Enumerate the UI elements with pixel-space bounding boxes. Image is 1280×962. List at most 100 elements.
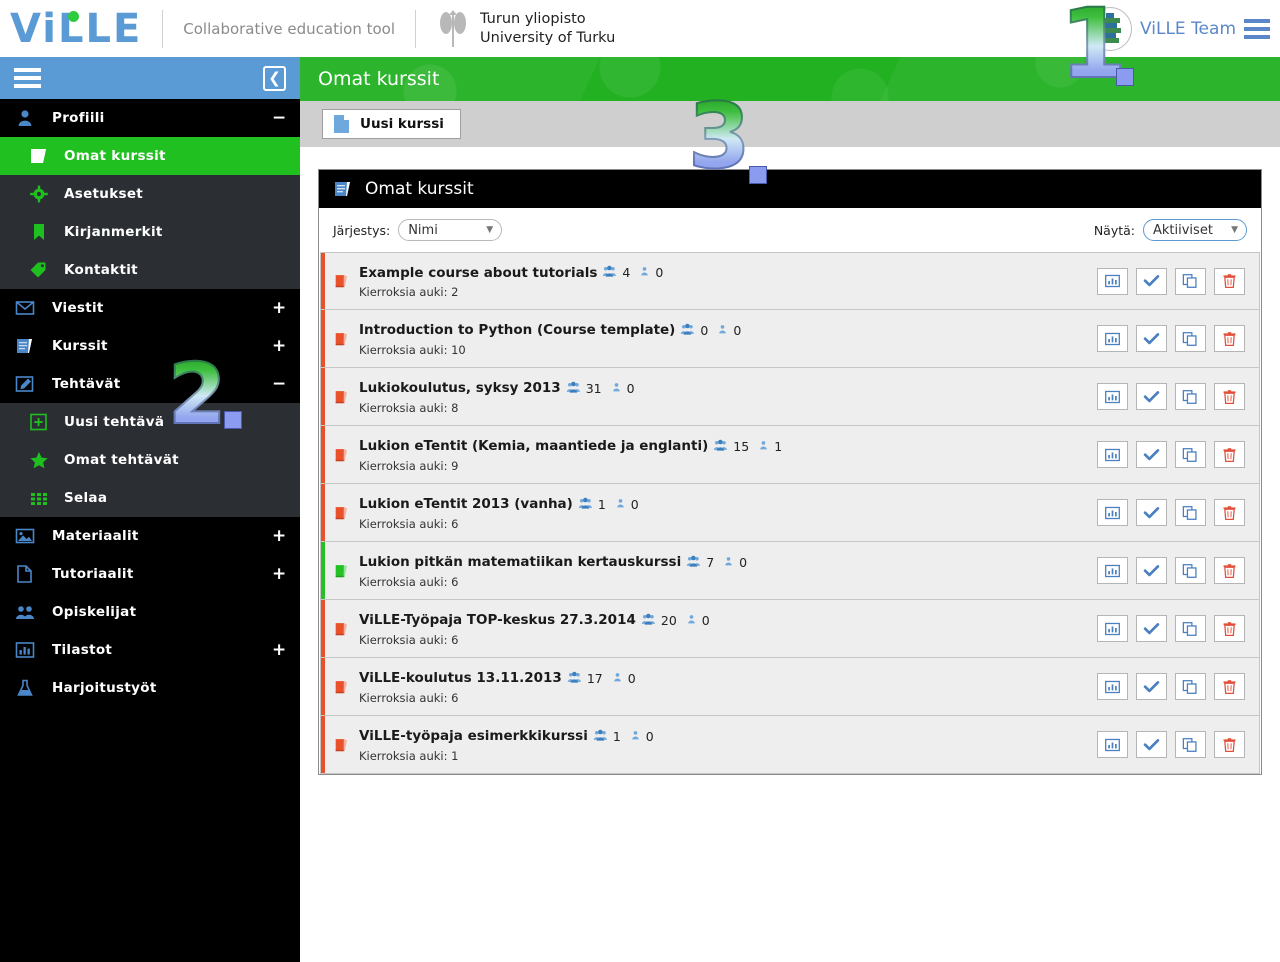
sidebar-group-materiaalit[interactable]: Materiaalit + [0, 517, 300, 555]
approve-button[interactable] [1136, 267, 1167, 295]
copy-button[interactable] [1175, 441, 1206, 468]
table-row[interactable]: ViLLE-Työpaja TOP-keskus 27.3.2014 20 0 Kie… [320, 600, 1260, 658]
delete-button[interactable] [1214, 499, 1245, 526]
students-count: 0 [700, 322, 709, 338]
hamburger-icon[interactable] [14, 68, 41, 88]
course-title[interactable]: Lukion eTentit 2013 (vanha) [359, 496, 573, 512]
user-menu[interactable]: ViLLE Team [1088, 6, 1270, 51]
copy-button[interactable] [1175, 267, 1206, 295]
sidebar-group-profiili[interactable]: Profiili − [0, 99, 300, 137]
delete-button[interactable] [1214, 731, 1245, 758]
sidebar-group-viestit[interactable]: Viestit + [0, 289, 300, 327]
sidebar-group-label: Opiskelijat [52, 604, 137, 620]
user-name[interactable]: ViLLE Team [1140, 19, 1236, 39]
sidebar-item-asetukset[interactable]: Asetukset [0, 175, 300, 213]
table-row[interactable]: Introduction to Python (Course template)… [320, 310, 1260, 368]
table-row[interactable]: Lukion eTentit (Kemia, maantiede ja engl… [320, 426, 1260, 484]
expand-icon[interactable]: + [272, 564, 286, 584]
course-title[interactable]: Lukion eTentit (Kemia, maantiede ja engl… [359, 438, 708, 454]
sidebar-group-tilastot[interactable]: Tilastot + [0, 631, 300, 669]
sidebar-item-selaa[interactable]: Selaa [0, 479, 300, 517]
statistics-button[interactable] [1097, 499, 1128, 526]
collapse-icon[interactable]: − [272, 108, 286, 128]
statistics-button[interactable] [1097, 383, 1128, 410]
sidebar-group-harjoitusty-t[interactable]: Harjoitustyöt [0, 669, 300, 707]
copy-button[interactable] [1175, 325, 1206, 352]
delete-button[interactable] [1214, 557, 1245, 584]
statistics-button[interactable] [1097, 267, 1128, 295]
copy-button[interactable] [1175, 615, 1206, 642]
show-select[interactable]: Aktiiviset ▼ [1143, 219, 1247, 241]
course-title[interactable]: ViLLE-työpaja esimerkkikurssi [359, 728, 588, 744]
sidebar-group-label: Materiaalit [52, 528, 139, 544]
statistics-button[interactable] [1097, 557, 1128, 584]
copy-button[interactable] [1175, 499, 1206, 526]
expand-icon[interactable]: + [272, 640, 286, 660]
teacher-icon [723, 553, 734, 572]
copy-button[interactable] [1175, 557, 1206, 584]
collapse-icon[interactable]: − [272, 374, 286, 394]
sidebar-group-teht-v-t[interactable]: Tehtävät − [0, 365, 300, 403]
panel-header: Omat kurssit [319, 170, 1261, 208]
people-icon [14, 602, 36, 622]
sidebar-item-kirjanmerkit[interactable]: Kirjanmerkit [0, 213, 300, 251]
delete-button[interactable] [1214, 673, 1245, 700]
top-brand-bar: ViLLE Collaborative education tool Turun… [0, 0, 1280, 57]
course-book-icon [325, 678, 359, 696]
statistics-button[interactable] [1097, 731, 1128, 758]
sidebar-item-uusi-teht-v-[interactable]: Uusi tehtävä [0, 403, 300, 441]
sidebar-group-kurssit[interactable]: Kurssit + [0, 327, 300, 365]
course-title[interactable]: Introduction to Python (Course template) [359, 322, 675, 338]
sidebar-item-omat-kurssit[interactable]: Omat kurssit [0, 137, 300, 175]
course-title[interactable]: ViLLE-koulutus 13.11.2013 [359, 670, 562, 686]
approve-button[interactable] [1136, 499, 1167, 526]
course-book-icon [325, 388, 359, 406]
expand-icon[interactable]: + [272, 336, 286, 356]
delete-button[interactable] [1214, 325, 1245, 352]
approve-button[interactable] [1136, 325, 1167, 352]
delete-button[interactable] [1214, 267, 1245, 295]
delete-button[interactable] [1214, 441, 1245, 468]
table-row[interactable]: Lukiokoulutus, syksy 2013 31 0 Kierroksia a… [320, 368, 1260, 426]
statistics-button[interactable] [1097, 615, 1128, 642]
course-title[interactable]: Example course about tutorials [359, 265, 597, 281]
approve-button[interactable] [1136, 673, 1167, 700]
copy-button[interactable] [1175, 731, 1206, 758]
copy-button[interactable] [1175, 383, 1206, 410]
approve-button[interactable] [1136, 383, 1167, 410]
delete-button[interactable] [1214, 383, 1245, 410]
sidebar-item-kontaktit[interactable]: Kontaktit [0, 251, 300, 289]
course-title[interactable]: Lukion pitkän matematiikan kertauskurssi [359, 554, 681, 570]
chevron-down-icon: ▼ [486, 225, 494, 235]
course-title[interactable]: ViLLE-Työpaja TOP-keskus 27.3.2014 [359, 612, 636, 628]
approve-button[interactable] [1136, 615, 1167, 642]
hamburger-icon[interactable] [1244, 18, 1270, 39]
statistics-button[interactable] [1097, 673, 1128, 700]
expand-icon[interactable]: + [272, 298, 286, 318]
sidebar-group-tutoriaalit[interactable]: Tutoriaalit + [0, 555, 300, 593]
ville-logo[interactable]: ViLLE [10, 9, 142, 49]
table-row[interactable]: Example course about tutorials 4 0 Kierroks… [320, 252, 1260, 310]
approve-button[interactable] [1136, 441, 1167, 468]
chevron-left-icon[interactable]: ❮ [263, 65, 286, 91]
delete-button[interactable] [1214, 615, 1245, 642]
teacher-icon [758, 437, 769, 456]
table-row[interactable]: ViLLE-koulutus 13.11.2013 17 0 Kierroksia a… [320, 658, 1260, 716]
sidebar-group-opiskelijat[interactable]: Opiskelijat [0, 593, 300, 631]
sidebar-item-omat-teht-v-t[interactable]: Omat tehtävät [0, 441, 300, 479]
approve-button[interactable] [1136, 731, 1167, 758]
table-row[interactable]: Lukion pitkän matematiikan kertauskurssi… [320, 542, 1260, 600]
avatar[interactable] [1088, 6, 1132, 51]
table-row[interactable]: ViLLE-työpaja esimerkkikurssi 1 0 Kierroksi… [320, 716, 1260, 774]
statistics-button[interactable] [1097, 441, 1128, 468]
star-icon [28, 450, 50, 470]
statistics-button[interactable] [1097, 325, 1128, 352]
expand-icon[interactable]: + [272, 526, 286, 546]
table-row[interactable]: Lukion eTentit 2013 (vanha) 1 0 Kierroksia … [320, 484, 1260, 542]
course-rounds: Kierroksia auki: 6 [359, 574, 459, 589]
approve-button[interactable] [1136, 557, 1167, 584]
new-course-button[interactable]: Uusi kurssi [322, 109, 461, 139]
sort-select[interactable]: Nimi ▼ [398, 219, 503, 241]
copy-button[interactable] [1175, 673, 1206, 700]
course-title[interactable]: Lukiokoulutus, syksy 2013 [359, 380, 561, 396]
